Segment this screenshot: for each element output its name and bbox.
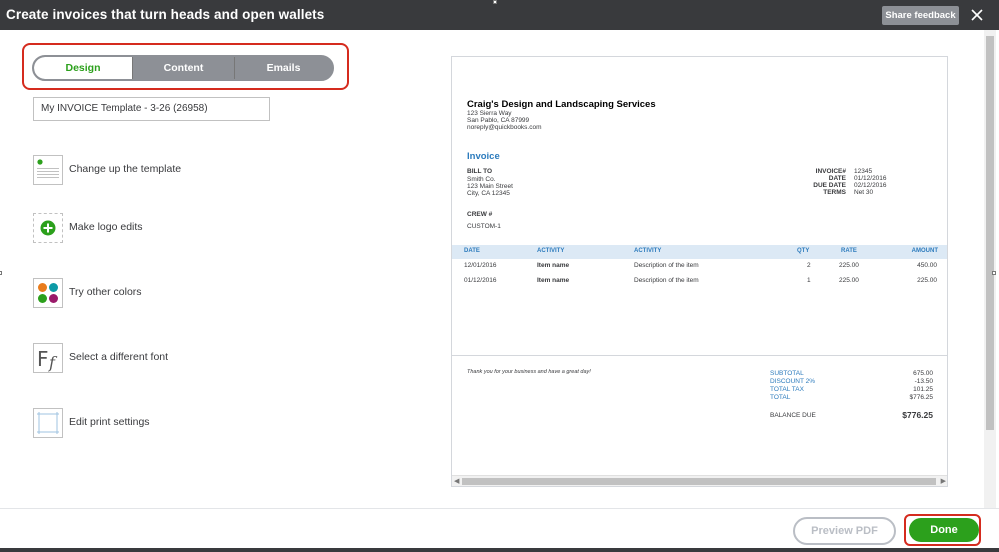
meta-label: DUE DATE [813, 182, 846, 189]
row-amount: 450.00 [917, 262, 937, 269]
option-colors[interactable]: Try other colors [33, 278, 333, 308]
window-bottom-edge [0, 548, 999, 552]
totals-value: 675.00 [913, 370, 933, 377]
column-header: DATE [464, 248, 480, 254]
row-rate: 225.00 [839, 262, 859, 269]
option-label: Edit print settings [69, 416, 150, 428]
totals-label: TOTAL [770, 394, 791, 401]
totals-label: DISCOUNT 2% [770, 378, 816, 385]
tab-emails[interactable]: Emails [234, 57, 332, 79]
tab-content[interactable]: Content [132, 57, 234, 79]
invoice-customization-window: Create invoices that turn heads and open… [0, 0, 999, 552]
resize-handle-top[interactable] [493, 0, 497, 4]
window-header: Create invoices that turn heads and open… [0, 0, 999, 30]
company-address-line: 123 Sierra Way [467, 110, 512, 117]
meta-label: DATE [828, 175, 846, 182]
close-icon[interactable] [968, 5, 986, 25]
option-logo-edits[interactable]: Make logo edits [33, 213, 333, 243]
totals-label: SUBTOTAL [770, 370, 804, 377]
option-label: Select a different font [69, 351, 169, 363]
invoice-heading: Invoice [467, 151, 500, 162]
meta-label: INVOICE# [815, 168, 846, 175]
svg-text:F: F [37, 347, 49, 371]
footer-divider [0, 508, 999, 509]
scrollbar-thumb[interactable] [986, 36, 994, 430]
crew-value: CUSTOM-1 [467, 223, 501, 230]
column-header: ACTIVITY [537, 248, 565, 254]
color-palette-icon [33, 278, 63, 308]
option-label: Try other colors [69, 286, 142, 298]
font-icon: F f [33, 343, 63, 373]
done-button[interactable]: Done [909, 518, 979, 542]
option-label: Change up the template [69, 163, 182, 175]
meta-value: Net 30 [854, 189, 874, 196]
option-change-template[interactable]: Change up the template [33, 155, 333, 185]
bill-to-line: City, CA 12345 [467, 190, 510, 197]
row-description: Description of the item [634, 262, 699, 269]
row-rate: 225.00 [839, 277, 859, 284]
balance-due-label: BALANCE DUE [770, 412, 816, 419]
invoice-preview: Craig's Design and Landscaping Services … [451, 56, 948, 487]
totals-value: -13.50 [914, 378, 933, 385]
company-email: noreply@quickbooks.com [467, 124, 542, 131]
meta-label: TERMS [823, 189, 846, 196]
meta-value: 01/12/2016 [854, 175, 887, 182]
resize-handle-right[interactable] [992, 271, 996, 275]
bill-to-line: 123 Main Street [467, 183, 513, 190]
horizontal-scrollbar[interactable]: ◀ ▶ [452, 475, 947, 486]
totals-value: 101.25 [913, 386, 933, 393]
meta-value: 02/12/2016 [854, 182, 887, 189]
bill-to-label: BILL TO [467, 168, 493, 175]
scroll-left-icon[interactable]: ◀ [454, 477, 459, 485]
resize-handle-left[interactable] [0, 271, 2, 275]
add-logo-icon [33, 213, 63, 243]
totals-value: $776.25 [909, 394, 934, 401]
company-address-line: San Pablo, CA 87999 [467, 117, 530, 124]
column-header: QTY [797, 248, 810, 254]
row-date: 12/01/2016 [464, 262, 497, 269]
row-item: Item name [537, 262, 570, 269]
svg-text:f: f [48, 353, 58, 372]
window-title: Create invoices that turn heads and open… [6, 7, 325, 22]
row-date: 01/12/2016 [464, 277, 497, 284]
option-font[interactable]: F f Select a different font [33, 343, 333, 373]
column-header: RATE [841, 248, 857, 254]
scroll-right-icon[interactable]: ▶ [941, 477, 946, 485]
company-name: Craig's Design and Landscaping Services [467, 99, 656, 110]
row-description: Description of the item [634, 277, 699, 284]
column-header: ACTIVITY [634, 248, 662, 254]
tab-switcher: Design Content Emails [32, 55, 334, 81]
preview-pdf-button[interactable]: Preview PDF [793, 517, 896, 545]
row-qty: 2 [807, 262, 811, 269]
share-feedback-button[interactable]: Share feedback [882, 6, 959, 25]
row-qty: 1 [807, 277, 811, 284]
thank-you-note: Thank you for your business and have a g… [467, 369, 591, 375]
totals-label: TOTAL TAX [770, 386, 804, 393]
balance-due-value: $776.25 [902, 410, 933, 420]
bill-to-line: Smith Co. [467, 176, 496, 183]
meta-value: 12345 [854, 168, 873, 175]
row-amount: 225.00 [917, 277, 937, 284]
option-label: Make logo edits [69, 221, 143, 233]
vertical-scrollbar[interactable] [984, 30, 996, 508]
row-item: Item name [537, 277, 570, 284]
line-items-header: DATE ACTIVITY ACTIVITY QTY RATE AMOUNT [452, 245, 947, 259]
footer-divider [452, 355, 947, 356]
print-settings-icon [33, 408, 63, 438]
tab-design[interactable]: Design [34, 57, 132, 79]
scrollbar-thumb[interactable] [462, 478, 936, 485]
option-print-settings[interactable]: Edit print settings [33, 408, 333, 438]
template-name-field[interactable]: My INVOICE Template - 3-26 (26958) [33, 97, 270, 121]
column-header: AMOUNT [911, 248, 938, 254]
template-icon [33, 155, 63, 185]
crew-label: CREW # [467, 211, 493, 218]
